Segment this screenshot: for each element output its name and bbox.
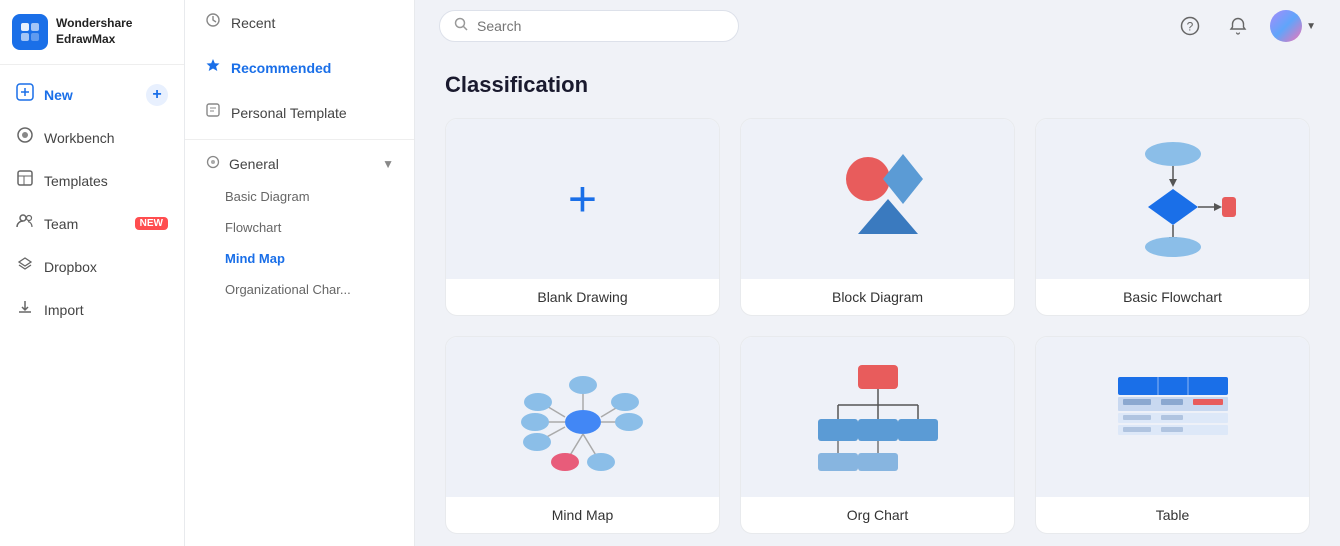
submenu-general-label: General xyxy=(229,156,279,172)
recent-icon xyxy=(205,12,221,33)
card-visual-flowchart xyxy=(1036,119,1309,279)
submenu-child-basic-diagram[interactable]: Basic Diagram xyxy=(185,181,414,212)
submenu-child-mind-map[interactable]: Mind Map xyxy=(185,243,414,274)
user-avatar xyxy=(1270,10,1302,42)
card-label-block: Block Diagram xyxy=(741,279,1014,315)
main-content: ? ▼ Classification + Blank xyxy=(415,0,1340,546)
card-visual-block xyxy=(741,119,1014,279)
card-basic-flowchart[interactable]: Basic Flowchart xyxy=(1035,118,1310,316)
nav-item-import-label: Import xyxy=(44,302,84,318)
card-visual-table xyxy=(1036,337,1309,497)
card-label-flowchart: Basic Flowchart xyxy=(1036,279,1309,315)
submenu-personal-label: Personal Template xyxy=(231,105,347,121)
notification-button[interactable] xyxy=(1222,10,1254,42)
nav-item-import[interactable]: Import xyxy=(0,288,184,331)
general-chevron-icon: ▼ xyxy=(382,157,394,171)
nav-item-new-label: New xyxy=(44,87,73,103)
submenu-general-children: Basic Diagram Flowchart Mind Map Organiz… xyxy=(185,181,414,305)
search-input[interactable] xyxy=(477,18,724,34)
submenu-general-header[interactable]: General ▼ xyxy=(185,144,414,181)
blank-plus-icon: + xyxy=(568,174,597,224)
submenu-panel: Recent Recommended Personal Template xyxy=(185,0,415,546)
new-plus-button[interactable]: + xyxy=(146,84,168,106)
card-block-diagram[interactable]: Block Diagram xyxy=(740,118,1015,316)
card-visual-orgchart xyxy=(741,337,1014,497)
new-icon xyxy=(16,83,34,106)
content-area: Classification + Blank Drawing xyxy=(415,52,1340,546)
personal-template-icon xyxy=(205,102,221,123)
submenu-recommended[interactable]: Recommended xyxy=(185,45,414,90)
card-label-orgchart: Org Chart xyxy=(741,497,1014,533)
nav-items: New + Workbench Templates xyxy=(0,65,184,546)
submenu-personal-template[interactable]: Personal Template xyxy=(185,90,414,135)
card-visual-blank: + xyxy=(446,119,719,279)
card-blank-drawing[interactable]: + Blank Drawing xyxy=(445,118,720,316)
team-new-badge: NEW xyxy=(135,217,168,230)
dropbox-icon xyxy=(16,255,34,278)
search-icon xyxy=(454,17,469,35)
logo-area: Wondershare EdrawMax xyxy=(0,0,184,65)
top-bar: ? ▼ xyxy=(415,0,1340,52)
nav-item-dropbox[interactable]: Dropbox xyxy=(0,245,184,288)
card-visual-mindmap xyxy=(446,337,719,497)
submenu-recommended-label: Recommended xyxy=(231,60,331,76)
card-mind-map[interactable]: Mind Map xyxy=(445,336,720,534)
left-sidebar: Wondershare EdrawMax New + xyxy=(0,0,185,546)
card-label-table: Table xyxy=(1036,497,1309,533)
help-button[interactable]: ? xyxy=(1174,10,1206,42)
app-name: Wondershare EdrawMax xyxy=(56,16,132,47)
nav-item-templates[interactable]: Templates xyxy=(0,159,184,202)
submenu-child-flowchart[interactable]: Flowchart xyxy=(185,212,414,243)
card-label-blank: Blank Drawing xyxy=(446,279,719,315)
card-org-chart[interactable]: Org Chart xyxy=(740,336,1015,534)
import-icon xyxy=(16,298,34,321)
section-title: Classification xyxy=(445,72,1310,98)
submenu-recent[interactable]: Recent xyxy=(185,0,414,45)
submenu-child-org-chart[interactable]: Organizational Char... xyxy=(185,274,414,305)
nav-item-team[interactable]: Team NEW xyxy=(0,202,184,245)
cards-grid: + Blank Drawing Block Diagram xyxy=(445,118,1310,534)
avatar-chevron-icon: ▼ xyxy=(1306,21,1316,32)
team-icon xyxy=(16,212,34,235)
top-actions: ? ▼ xyxy=(1174,10,1316,42)
submenu-recent-label: Recent xyxy=(231,15,275,31)
general-icon xyxy=(205,154,221,173)
app-logo-icon xyxy=(12,14,48,50)
svg-text:?: ? xyxy=(1187,20,1194,34)
nav-item-dropbox-label: Dropbox xyxy=(44,259,97,275)
card-label-mindmap: Mind Map xyxy=(446,497,719,533)
workbench-icon xyxy=(16,126,34,149)
templates-icon xyxy=(16,169,34,192)
nav-item-workbench-label: Workbench xyxy=(44,130,115,146)
card-table[interactable]: Table xyxy=(1035,336,1310,534)
avatar-wrapper[interactable]: ▼ xyxy=(1270,10,1316,42)
nav-item-workbench[interactable]: Workbench xyxy=(0,116,184,159)
search-bar[interactable] xyxy=(439,10,739,42)
nav-item-templates-label: Templates xyxy=(44,173,108,189)
nav-item-team-label: Team xyxy=(44,216,78,232)
nav-item-new[interactable]: New + xyxy=(0,73,184,116)
recommended-icon xyxy=(205,57,221,78)
